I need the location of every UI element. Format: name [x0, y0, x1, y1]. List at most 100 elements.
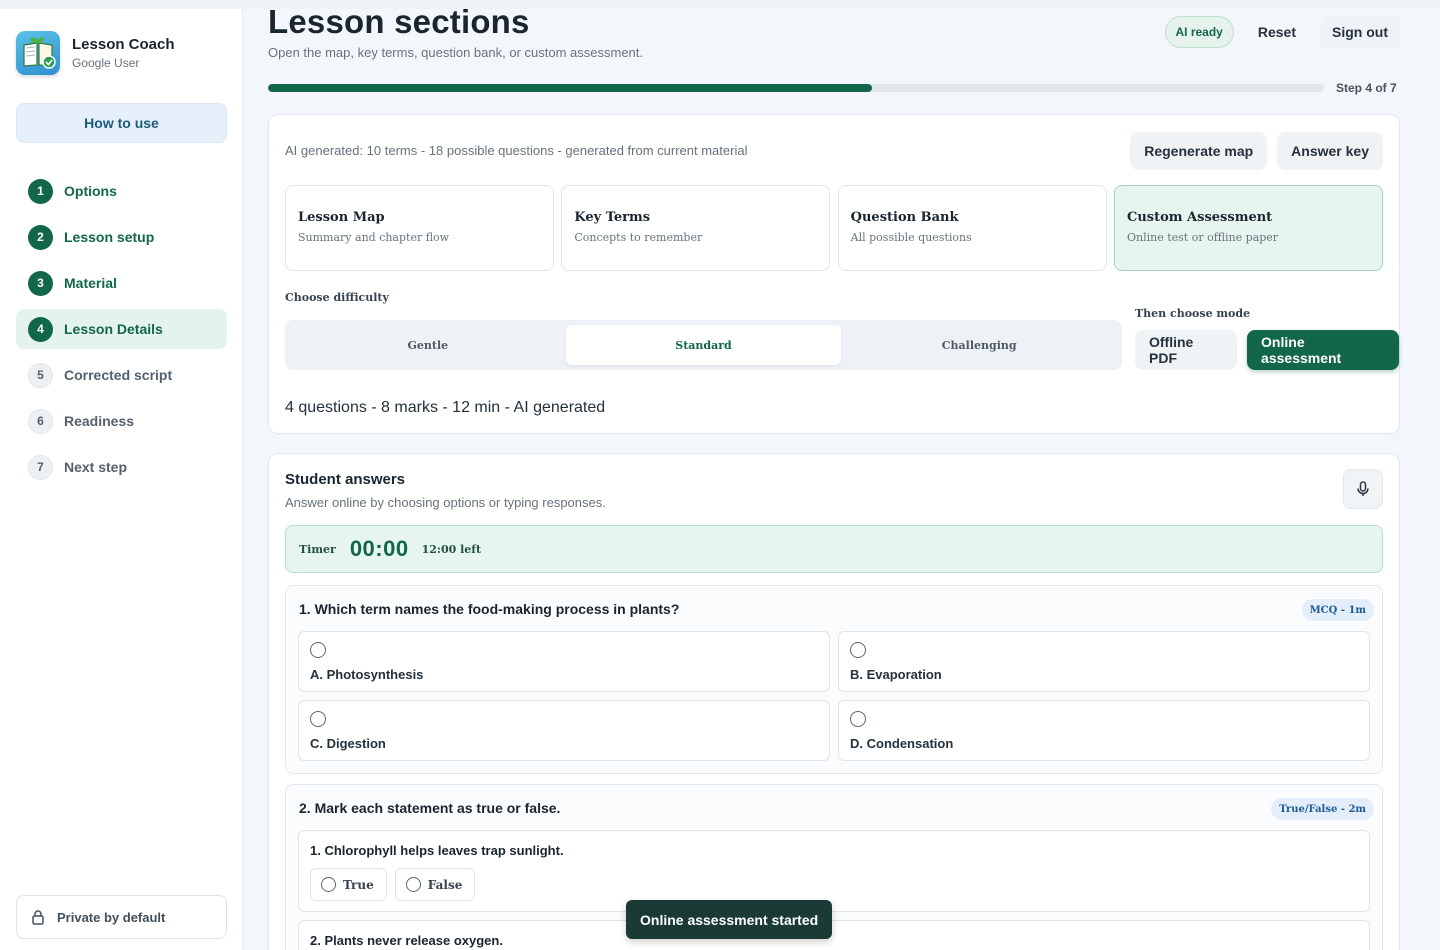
assessment-summary: 4 questions - 8 marks - 12 min - AI gene… [285, 399, 606, 416]
difficulty-label: Choose difficulty [285, 291, 389, 304]
page-title: Lesson sections [268, 3, 530, 40]
progress-fill [268, 84, 873, 92]
true-label: True [343, 877, 374, 892]
tile-subtitle: All possible questions [850, 231, 972, 244]
true-false-statement: 1. Chlorophyll helps leaves trap sunligh… [298, 830, 1370, 912]
false-option[interactable]: False [394, 868, 476, 901]
microphone-icon [1357, 481, 1369, 496]
page-subtitle: Open the map, key terms, question bank, … [268, 45, 644, 60]
radio-button[interactable] [310, 642, 326, 658]
step-item-next-step[interactable]: 7 Next step [16, 447, 227, 487]
header-actions: AI ready Reset Sign out [1164, 16, 1400, 48]
step-item-lesson-details[interactable]: 4 Lesson Details [16, 309, 227, 349]
question-card: 2. Mark each statement as true or false.… [285, 784, 1383, 950]
step-label: Next step [64, 459, 128, 475]
question-tag: True/False - 2m [1271, 798, 1374, 820]
sign-out-button[interactable]: Sign out [1320, 16, 1400, 48]
step-number: 5 [28, 362, 53, 388]
timer-value: 00:00 [349, 536, 409, 561]
student-answers-card: Student answers Answer online by choosin… [268, 453, 1400, 950]
mode-buttons: Offline PDF Online assessment [1135, 330, 1399, 370]
step-list: 1 Options 2 Lesson setup 3 Material 4 Le… [16, 171, 227, 493]
statement-text: 1. Chlorophyll helps leaves trap sunligh… [310, 843, 564, 858]
false-label: False [427, 877, 463, 892]
lock-icon [32, 910, 44, 925]
step-label: Readiness [64, 413, 135, 429]
answer-option[interactable]: D. Condensation [838, 700, 1370, 761]
top-strip [0, 0, 1440, 9]
privacy-label: Private by default [57, 909, 166, 925]
microphone-button[interactable] [1343, 469, 1383, 509]
how-to-use-button[interactable]: How to use [16, 103, 227, 143]
step-number: 4 [28, 316, 53, 342]
tile-subtitle: Online test or offline paper [1126, 231, 1279, 244]
sidebar: Lesson Coach Google User How to use 1 Op… [0, 9, 243, 950]
student-answers-subtitle: Answer online by choosing options or typ… [285, 495, 606, 510]
section-actions: Regenerate map Answer key [1120, 132, 1383, 170]
tile-title: Lesson Map [298, 210, 385, 225]
book-logo-icon [16, 31, 60, 75]
difficulty-challenging[interactable]: Challenging [841, 325, 1117, 365]
step-item-lesson-setup[interactable]: 2 Lesson setup [16, 217, 227, 257]
question-tag: MCQ - 1m [1301, 599, 1374, 621]
radio-button[interactable] [405, 877, 421, 892]
answer-option[interactable]: B. Evaporation [838, 631, 1370, 692]
answer-option[interactable]: A. Photosynthesis [298, 631, 830, 692]
user-name: Google User [72, 56, 140, 70]
question-title: 1. Which term names the food-making proc… [299, 601, 680, 617]
brand: Lesson Coach Google User [16, 31, 175, 75]
ai-generation-info: AI generated: 10 terms - 18 possible que… [285, 143, 748, 158]
tile-question-bank[interactable]: Question Bank All possible questions [837, 185, 1107, 271]
timer-label: Timer [299, 542, 336, 556]
privacy-badge[interactable]: Private by default [16, 895, 227, 939]
tile-custom-assessment[interactable]: Custom Assessment Online test or offline… [1113, 185, 1383, 271]
option-label: B. Evaporation [850, 667, 942, 682]
progress-label: Step 4 of 7 [1336, 81, 1397, 95]
step-number: 2 [28, 224, 53, 250]
true-false-options: True False [310, 868, 483, 901]
difficulty-gentle[interactable]: Gentle [290, 325, 566, 365]
online-assessment-button[interactable]: Online assessment [1247, 330, 1399, 370]
tile-key-terms[interactable]: Key Terms Concepts to remember [561, 185, 831, 271]
offline-pdf-button[interactable]: Offline PDF [1135, 330, 1238, 370]
app-title: Lesson Coach [72, 36, 175, 53]
step-number: 3 [28, 270, 53, 296]
tile-subtitle: Concepts to remember [574, 231, 703, 244]
tile-lesson-map[interactable]: Lesson Map Summary and chapter flow [285, 185, 554, 271]
question-title: 2. Mark each statement as true or false. [299, 800, 561, 816]
difficulty-selector: Gentle Standard Challenging [285, 320, 1122, 370]
option-label: A. Photosynthesis [310, 667, 424, 682]
true-option[interactable]: True [310, 868, 387, 901]
radio-button[interactable] [310, 711, 326, 727]
step-item-readiness[interactable]: 6 Readiness [16, 401, 227, 441]
step-number: 1 [28, 178, 53, 204]
step-item-corrected-script[interactable]: 5 Corrected script [16, 355, 227, 395]
progress-bar [268, 84, 1324, 92]
answer-option[interactable]: C. Digestion [298, 700, 830, 761]
step-label: Lesson Details [64, 321, 163, 337]
step-item-options[interactable]: 1 Options [16, 171, 227, 211]
timer-bar: Timer 00:00 12:00 left [285, 525, 1383, 573]
student-answers-title: Student answers [285, 471, 406, 488]
mode-label: Then choose mode [1135, 307, 1251, 320]
step-label: Corrected script [64, 367, 173, 383]
true-false-statement: 2. Plants never release oxygen. [298, 920, 1370, 950]
ai-status-badge: AI ready [1164, 16, 1234, 48]
radio-button[interactable] [321, 877, 336, 892]
step-label: Options [64, 183, 117, 199]
reset-button[interactable]: Reset [1245, 16, 1308, 48]
difficulty-standard[interactable]: Standard [565, 325, 842, 365]
tile-title: Key Terms [574, 210, 651, 225]
option-label: D. Condensation [850, 736, 954, 751]
toast-notification: Online assessment started [626, 900, 833, 939]
radio-button[interactable] [850, 711, 866, 727]
regenerate-map-button[interactable]: Regenerate map [1130, 132, 1268, 170]
lesson-sections-card: AI generated: 10 terms - 18 possible que… [268, 114, 1400, 434]
step-number: 7 [28, 454, 53, 480]
question-card: 1. Which term names the food-making proc… [285, 585, 1383, 774]
step-number: 6 [28, 408, 53, 434]
answer-key-button[interactable]: Answer key [1277, 132, 1383, 170]
step-label: Material [64, 275, 117, 291]
step-item-material[interactable]: 3 Material [16, 263, 227, 303]
radio-button[interactable] [850, 642, 866, 658]
